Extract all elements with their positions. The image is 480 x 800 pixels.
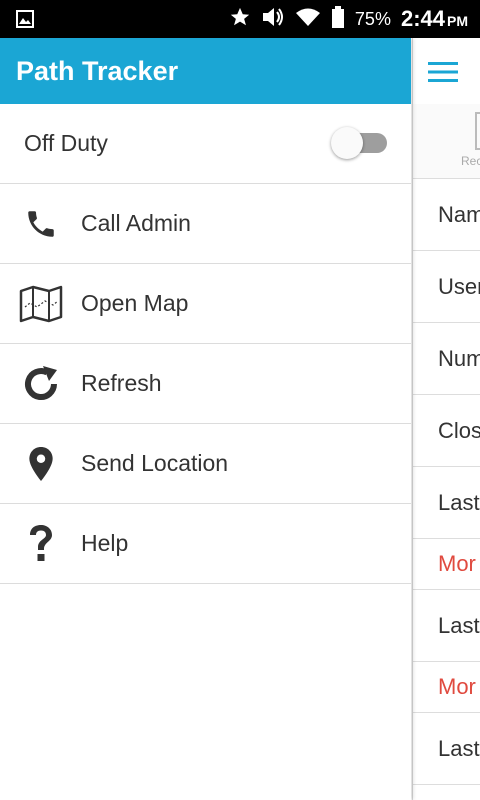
menu-item-label: Send Location [81, 450, 229, 476]
hamburger-menu-icon[interactable] [428, 60, 460, 89]
background-header [413, 38, 480, 104]
battery-percent: 75% [354, 8, 391, 29]
more-link[interactable]: Mor [413, 662, 480, 713]
list-item: Last [413, 467, 480, 539]
menu-item-refresh[interactable]: Refresh [0, 344, 411, 424]
drawer-header: Path Tracker [0, 38, 411, 104]
off-duty-row: Off Duty [0, 104, 411, 184]
refresh-icon [0, 364, 81, 404]
off-duty-label: Off Duty [24, 130, 108, 156]
battery-icon [331, 5, 345, 33]
menu-item-open-map[interactable]: Open Map [0, 264, 411, 344]
menu-item-label: Call Admin [81, 210, 191, 236]
menu-item-send-location[interactable]: Send Location [0, 424, 411, 504]
wifi-icon [295, 7, 321, 32]
location-pin-icon [0, 446, 81, 482]
menu-item-label: Open Map [81, 290, 189, 316]
map-icon [0, 285, 81, 323]
more-link[interactable]: Mor [413, 539, 480, 590]
menu-item-label: Refresh [81, 370, 162, 396]
tab-label: Rec [461, 154, 480, 168]
app-title: Path Tracker [16, 55, 179, 86]
phone-icon [0, 207, 81, 241]
list-item: Last [413, 713, 480, 785]
navigation-drawer: Path Tracker Off Duty Call Admin Open Ma… [0, 38, 411, 800]
clock-time: 2:44 [400, 6, 445, 31]
list-item: Num [413, 323, 480, 395]
clock-ampm: PM [447, 13, 468, 29]
list-item: Nam [413, 179, 480, 251]
list-item: Last [413, 590, 480, 662]
menu-item-help[interactable]: Help [0, 504, 411, 584]
status-bar: 75% 2:44 PM [0, 0, 480, 38]
menu-item-call-admin[interactable]: Call Admin [0, 184, 411, 264]
toggle-knob[interactable] [331, 127, 363, 159]
menu-item-label: Help [81, 530, 129, 556]
gallery-icon [16, 0, 34, 38]
off-duty-toggle[interactable] [331, 127, 387, 159]
help-icon [0, 524, 81, 564]
status-icons: 75% 2:44 PM [229, 0, 468, 38]
list-item: User [413, 251, 480, 323]
tab-icon [475, 112, 480, 150]
star-icon [229, 6, 251, 33]
background-tab-bar: Rec [413, 104, 480, 179]
background-screen: Rec Nam User Num Clos Last Mor Last Mor … [412, 38, 480, 800]
volume-icon [261, 6, 285, 33]
list-item: Clos [413, 395, 480, 467]
drawer-menu: Off Duty Call Admin Open Map Refresh Sen… [0, 104, 411, 584]
